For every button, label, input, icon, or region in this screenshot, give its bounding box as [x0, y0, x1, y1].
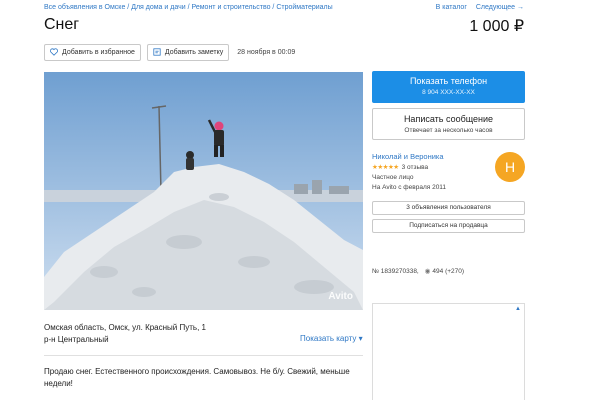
next-listing-link[interactable]: Следующее → [476, 4, 524, 11]
address-line-1: Омская область, Омск, ул. Красный Путь, … [44, 323, 206, 332]
listing-address: Омская область, Омск, ул. Красный Путь, … [44, 322, 206, 346]
write-message-label: Написать сообщение [403, 114, 494, 124]
listing-date: 28 ноября в 00:09 [237, 49, 296, 56]
avatar[interactable]: Н [495, 152, 525, 182]
breadcrumb-link-materials[interactable]: Стройматериалы [276, 4, 332, 11]
phone-masked: 8 904 XXX-XX-XX [422, 89, 475, 96]
page-title: Снег [44, 16, 80, 33]
breadcrumb-link-repair[interactable]: Ремонт и строительство [191, 4, 270, 11]
eye-icon: ◉ [424, 268, 431, 275]
divider [44, 355, 363, 356]
listing-description: Продаю снег. Естественного происхождения… [44, 367, 350, 388]
note-icon [153, 47, 161, 58]
show-map-link[interactable]: Показать карту ▾ [300, 334, 363, 343]
views-count: 494 (+270) [432, 268, 465, 275]
listing-photo[interactable]: Avito [44, 72, 363, 310]
ad-choices-icon[interactable]: ▲ [515, 306, 521, 312]
price: 1 000 ₽ [469, 18, 524, 35]
top-navigation: В каталог Следующее → [427, 4, 524, 11]
breadcrumb-link-all-ads[interactable]: Все объявления в Омске [44, 4, 125, 11]
subscribe-seller-button[interactable]: Подписаться на продавца [372, 219, 525, 233]
response-time: Отвечает за несколько часов [404, 127, 493, 134]
seller-since: На Avito с февраля 2011 [372, 184, 447, 191]
avito-watermark: Avito [328, 291, 353, 302]
reviews-count: 3 отзыва [401, 164, 429, 171]
address-line-2: р-н Центральный [44, 335, 109, 344]
listing-actions: Добавить в избранное Добавить заметку 28… [44, 44, 295, 61]
listing-meta: № 1839270338, ◉ 494 (+270) [372, 267, 464, 275]
breadcrumb: Все объявления в Омске / Для дома и дачи… [44, 4, 333, 11]
catalog-link[interactable]: В каталог [436, 4, 467, 11]
advertisement-box[interactable]: ▲ [372, 303, 525, 400]
listing-number: № 1839270338, [372, 268, 419, 275]
add-to-favorites-button[interactable]: Добавить в избранное [44, 44, 141, 61]
heart-icon [50, 47, 58, 58]
rating-stars-icon: ★★★★★ [372, 164, 399, 171]
seller-listings-button[interactable]: 3 объявления пользователя [372, 201, 525, 215]
show-phone-button[interactable]: Показать телефон 8 904 XXX-XX-XX [372, 71, 525, 103]
add-note-label: Добавить заметку [164, 49, 224, 56]
show-phone-label: Показать телефон [409, 76, 488, 86]
write-message-button[interactable]: Написать сообщение Отвечает за несколько… [372, 108, 525, 140]
add-to-favorites-label: Добавить в избранное [62, 49, 135, 56]
snow-pile-image [44, 72, 363, 310]
child-figure-left [186, 151, 194, 170]
breadcrumb-link-home-garden[interactable]: Для дома и дачи [131, 4, 185, 11]
add-note-button[interactable]: Добавить заметку [146, 44, 230, 61]
